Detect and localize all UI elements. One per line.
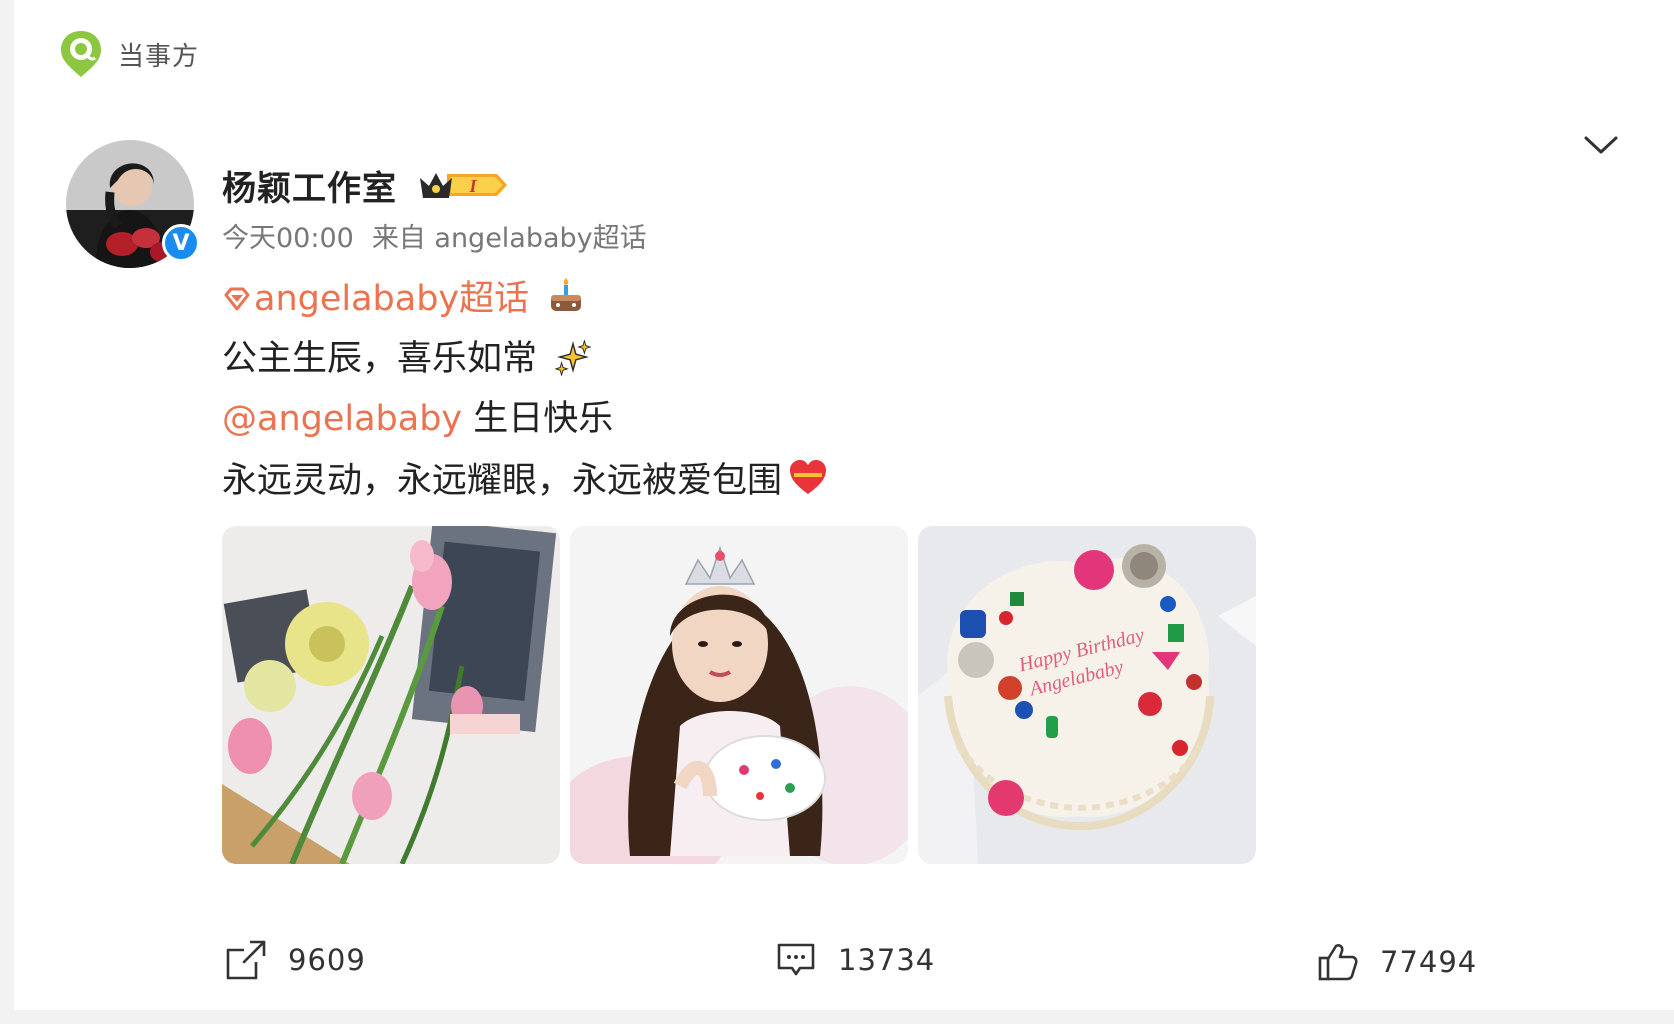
vip-crown-badge-icon[interactable]: I [417,168,509,202]
post-text-line-3: 永远灵动，永远耀眼，永远被爱包围 [222,458,1522,502]
comment-button[interactable]: 13734 [776,940,935,980]
post-text-1: 公主生辰，喜乐如常 [222,339,538,379]
princess-portrait-photo[interactable] [570,526,908,864]
birthday-cake-photo[interactable]: Happy Birthday Angelababy [918,526,1256,864]
post-meta: 今天00:00 来自 angelababy超话 [222,222,1522,256]
comment-icon [777,943,815,976]
post-text-line-2: @angelababy 生日快乐 [222,398,1522,440]
post-source[interactable]: 来自 angelababy超话 [372,223,647,254]
post-time[interactable]: 今天00:00 [222,223,354,254]
share-button[interactable]: 9609 [226,940,366,980]
vip-level-text: I [468,176,477,196]
mention-link[interactable]: @angelababy [222,399,462,439]
post-content: 杨颖工作室 I 今天00:00 来自 angelababy超话 angelabab… [222,162,1522,864]
topic-line: angelababy超话 [222,276,1522,320]
source-tag-label: 当事方 [118,41,200,72]
topic-link[interactable]: angelababy超话 [254,279,529,319]
verified-badge-icon: V [162,224,200,262]
thumbs-up-icon [1318,944,1358,981]
author-row: 杨颖工作室 I [222,161,1522,210]
post-text-2: 生日快乐 [473,399,614,439]
sparkles-emoji-icon [554,339,592,376]
share-icon [226,940,266,980]
action-bar: 9609 13734 77494 [226,934,1476,994]
author-name[interactable]: 杨颖工作室 [222,161,397,210]
comment-count: 13734 [838,943,936,977]
birthday-cake-emoji-icon [551,278,582,311]
share-count: 9609 [288,943,366,977]
location-pin-icon [61,31,101,77]
like-count: 77494 [1380,945,1478,979]
flowers-photo[interactable] [222,526,560,864]
weibo-post-card: 当事方 V 杨颖工作室 I 今天00:00 来自 angelababy超话 an… [14,0,1674,1010]
heart-emoji-icon [790,460,827,494]
super-topic-icon [224,287,250,311]
like-button[interactable]: 77494 [1318,942,1477,982]
image-gallery: Happy Birthday Angelababy [222,526,1522,864]
post-text-3: 永远灵动，永远耀眼，永远被爱包围 [222,461,783,501]
post-text-line-1: 公主生辰，喜乐如常 [222,338,1522,380]
source-tag: 当事方 [58,28,199,80]
chevron-down-icon[interactable] [1580,130,1622,160]
